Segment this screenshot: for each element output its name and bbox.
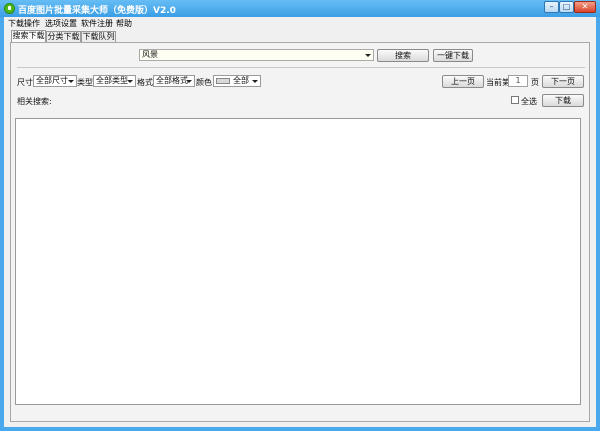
chevron-down-icon [252, 80, 258, 83]
size-label: 尺寸 [17, 78, 33, 87]
type-label: 类型 [77, 78, 93, 87]
related-search-label: 相关搜索: [17, 97, 52, 106]
size-select[interactable]: 全部尺寸 [33, 75, 77, 87]
current-page-label: 当前第 [486, 78, 510, 87]
client-area: 搜索下载 分类下载 下载队列 风景 搜索 一键下载 尺寸 全部尺寸 类型 全部类… [4, 29, 596, 427]
prev-page-button[interactable]: 上一页 [442, 75, 484, 88]
color-value: 全部 [233, 76, 249, 85]
download-button[interactable]: 下载 [542, 94, 584, 107]
tab-category-download[interactable]: 分类下载 [46, 31, 81, 42]
color-select[interactable]: 全部 [213, 75, 261, 87]
chevron-down-icon[interactable] [365, 54, 371, 57]
tab-download-queue[interactable]: 下载队列 [81, 31, 116, 42]
page-unit-label: 页 [531, 78, 539, 87]
maximize-button[interactable]: □ [559, 1, 574, 13]
format-select[interactable]: 全部格式 [153, 75, 195, 87]
keyword-combobox[interactable]: 风景 [139, 49, 374, 61]
search-button[interactable]: 搜索 [377, 49, 429, 62]
image-results-area[interactable] [15, 118, 581, 405]
title-bar[interactable]: 百度图片批量采集大师（免费版）V2.0 – □ ✕ [0, 0, 600, 17]
menu-download-ops[interactable]: 下载操作 [8, 18, 40, 29]
chevron-down-icon [186, 80, 192, 83]
separator [17, 67, 585, 68]
select-all-checkbox[interactable] [511, 96, 519, 104]
menu-bar: 下载操作 选项设置 软件注册 帮助 [4, 17, 596, 29]
app-window: 百度图片批量采集大师（免费版）V2.0 – □ ✕ 下载操作 选项设置 软件注册… [0, 0, 600, 431]
chevron-down-icon [127, 80, 133, 83]
menu-help[interactable]: 帮助 [116, 18, 132, 29]
download-all-button[interactable]: 一键下载 [433, 49, 473, 62]
menu-register[interactable]: 软件注册 [81, 18, 113, 29]
keyword-value: 风景 [142, 50, 158, 59]
format-value: 全部格式 [156, 76, 188, 85]
minimize-button[interactable]: – [544, 1, 559, 13]
menu-options[interactable]: 选项设置 [45, 18, 77, 29]
type-value: 全部类型 [96, 76, 128, 85]
tab-search-download[interactable]: 搜索下载 [11, 30, 46, 42]
close-button[interactable]: ✕ [574, 1, 596, 13]
color-label: 颜色 [196, 78, 212, 87]
app-logo-icon [4, 3, 15, 14]
page-number-input[interactable]: 1 [508, 75, 528, 87]
next-page-button[interactable]: 下一页 [542, 75, 584, 88]
chevron-down-icon [68, 80, 74, 83]
window-title: 百度图片批量采集大师（免费版）V2.0 [18, 6, 176, 16]
color-swatch [216, 78, 230, 84]
format-label: 格式 [137, 78, 153, 87]
type-select[interactable]: 全部类型 [93, 75, 136, 87]
size-value: 全部尺寸 [36, 76, 68, 85]
select-all-label[interactable]: 全选 [521, 96, 537, 107]
